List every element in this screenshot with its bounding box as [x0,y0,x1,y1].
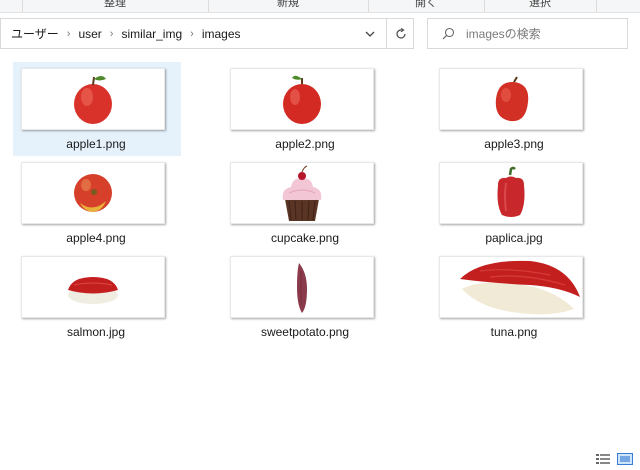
ribbon-group-0 [0,0,23,12]
apple-thumbnail-icon [439,68,583,130]
ribbon-group-open: 開く [368,0,485,12]
file-item[interactable]: cupcake.png [222,156,390,250]
large-icons-view-icon[interactable] [617,452,633,470]
bell-pepper-thumbnail-icon [439,162,583,224]
breadcrumb-user[interactable]: user [74,27,105,41]
apple-thumbnail-icon [21,162,165,224]
search-box[interactable] [427,18,628,49]
breadcrumb-users[interactable]: ユーザー [7,25,63,42]
file-name: sweetpotato.png [260,325,350,339]
file-name: apple3.png [484,137,544,151]
details-view-icon[interactable] [595,452,611,470]
apple-thumbnail-icon [230,68,374,130]
address-bar[interactable]: ユーザー › user › similar_img › images [0,18,414,49]
refresh-icon[interactable] [386,19,415,48]
file-item[interactable]: apple3.png [431,62,599,156]
ribbon-group-new: 新規 [208,0,369,12]
file-item[interactable]: paplica.jpg [431,156,599,250]
file-name: salmon.jpg [66,325,126,339]
ribbon-group-select: 選択 [484,0,597,12]
sushi-thumbnail-icon [21,256,165,318]
file-name: apple4.png [66,231,126,245]
sweet-potato-thumbnail-icon [230,256,374,318]
ribbon-group-labels: 整理 新規 開く 選択 [0,0,640,13]
breadcrumb-separator-icon[interactable]: › [63,28,75,40]
search-input[interactable] [464,24,623,44]
sushi-thumbnail-icon [439,256,583,318]
cupcake-thumbnail-icon [230,162,374,224]
file-item[interactable]: apple2.png [222,62,390,156]
file-name: cupcake.png [270,231,340,245]
breadcrumb-images[interactable]: images [198,27,245,41]
file-item[interactable]: salmon.jpg [13,250,181,344]
file-item[interactable]: tuna.png [431,250,599,344]
file-name: apple2.png [275,137,335,151]
ribbon-group-organize: 整理 [22,0,209,12]
apple-thumbnail-icon [21,68,165,130]
view-toggle [595,452,633,470]
breadcrumb-separator-icon[interactable]: › [186,28,198,40]
file-item[interactable]: sweetpotato.png [222,250,390,344]
file-item[interactable]: apple1.png [13,62,181,156]
search-icon [442,27,455,45]
address-history-chevron-down-icon[interactable] [359,19,381,48]
file-name: tuna.png [490,325,538,339]
file-name: paplica.jpg [485,231,543,245]
file-name: apple1.png [66,137,126,151]
breadcrumb: ユーザー › user › similar_img › images [7,19,245,48]
breadcrumb-separator-icon[interactable]: › [106,28,118,40]
file-item[interactable]: apple4.png [13,156,181,250]
breadcrumb-similar-img[interactable]: similar_img [117,27,186,41]
